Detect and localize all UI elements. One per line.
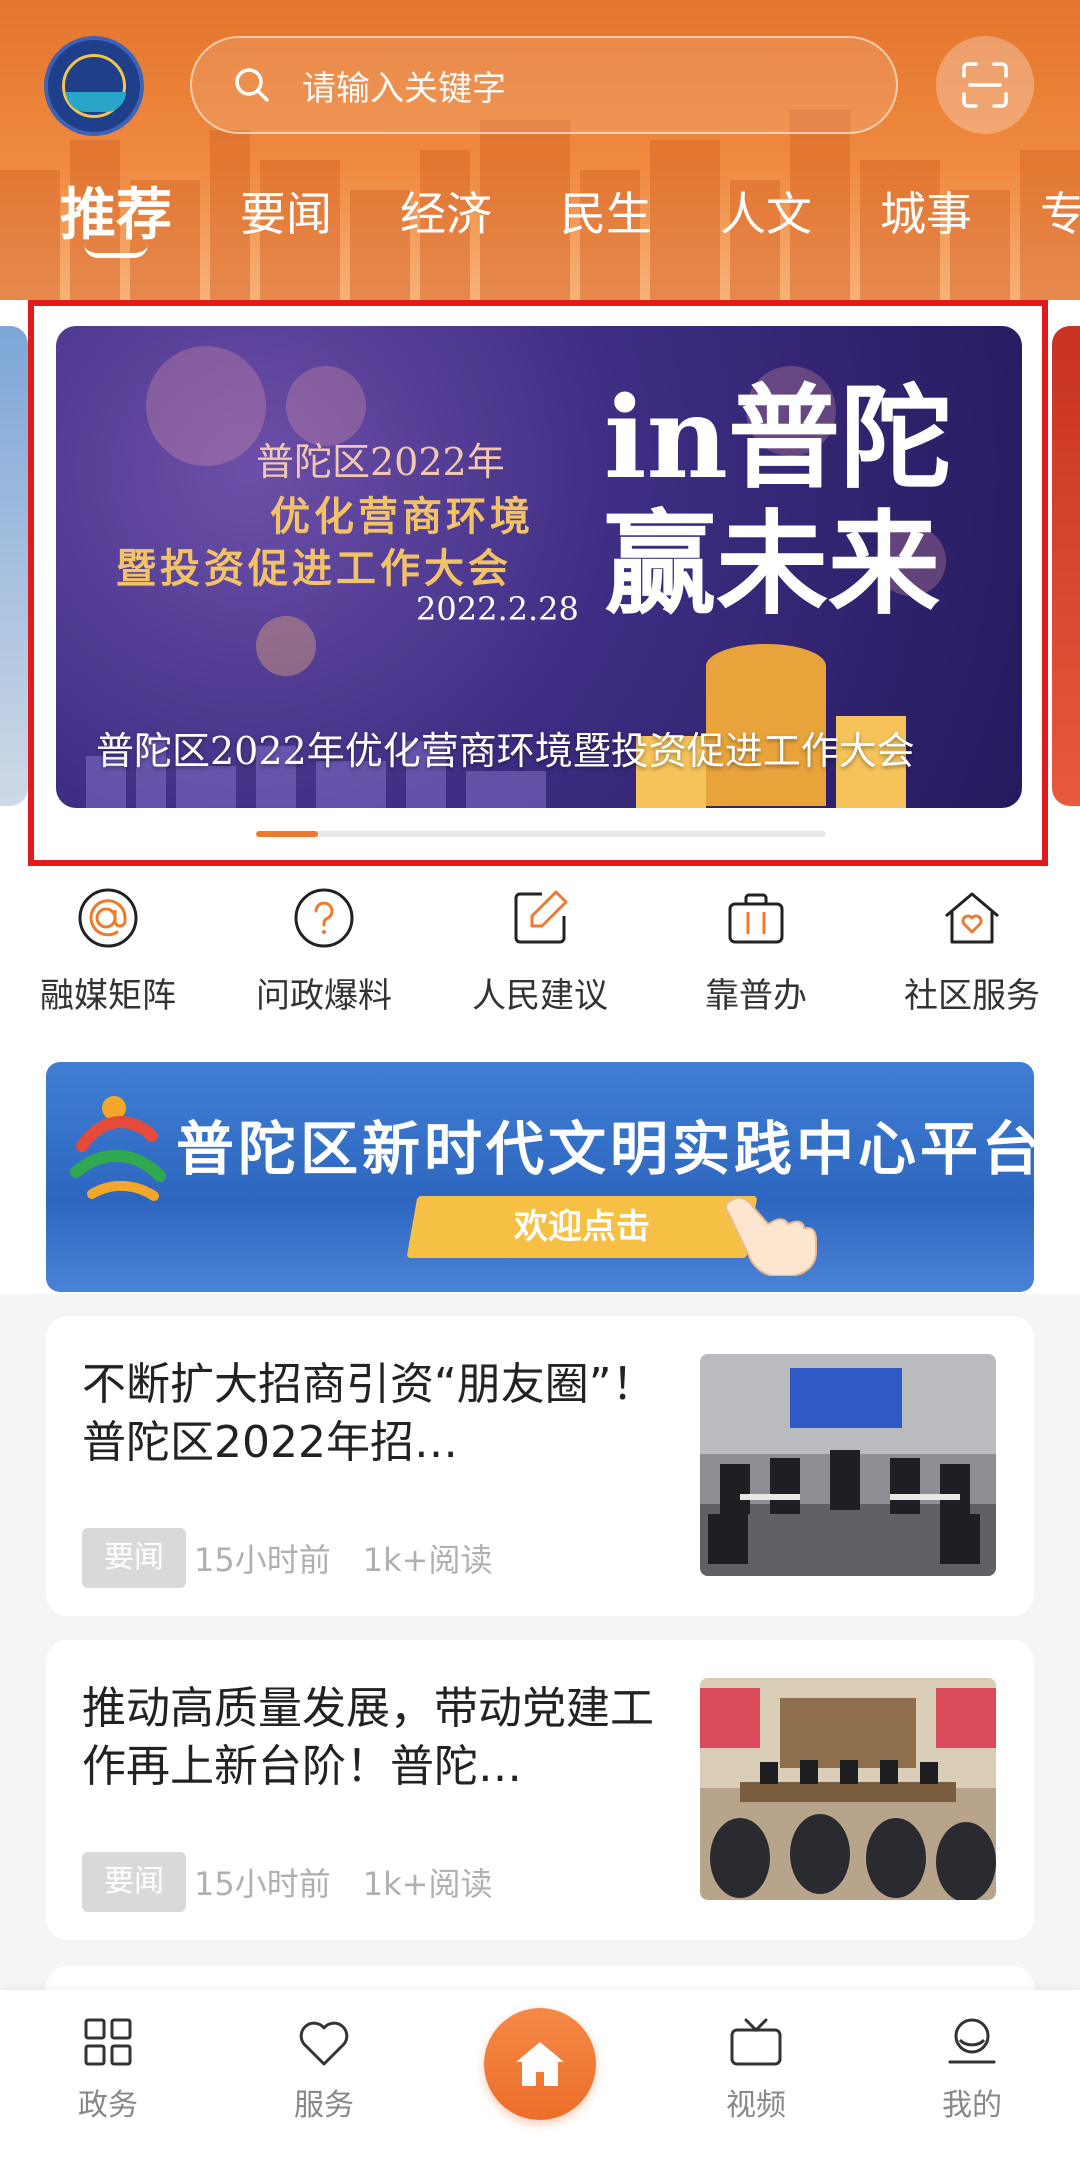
tab-economy[interactable]: 经济 bbox=[400, 178, 492, 244]
news-card[interactable]: 推动高质量发展，带动党建工作再上新台阶！普陀… 要闻 15小时前 1k+阅读 bbox=[46, 1640, 1034, 1940]
banner-slogan-line2: 赢未来 bbox=[604, 499, 940, 630]
quick-link-suggestion[interactable]: 人民建议 bbox=[432, 860, 648, 1050]
briefcase-icon bbox=[728, 893, 784, 944]
quick-link-label: 人民建议 bbox=[472, 976, 608, 1016]
banner-caption: 普陀区2022年优化营商环境暨投资促进工作大会 bbox=[96, 729, 915, 773]
grid-icon bbox=[84, 2018, 132, 2066]
tab-culture[interactable]: 人文 bbox=[720, 178, 812, 244]
heart-icon bbox=[299, 2021, 349, 2066]
news-tag: 要闻 bbox=[82, 1528, 186, 1588]
home-heart-icon bbox=[945, 892, 999, 944]
app-logo[interactable] bbox=[44, 36, 144, 136]
quick-link-label: 融媒矩阵 bbox=[40, 976, 176, 1016]
home-button[interactable] bbox=[484, 2008, 596, 2120]
question-icon bbox=[294, 888, 354, 948]
quick-link-label: 问政爆料 bbox=[256, 976, 392, 1016]
news-time: 15小时前 bbox=[194, 1541, 331, 1579]
nav-profile[interactable]: 我的 bbox=[864, 1990, 1080, 2164]
tab-livelihood[interactable]: 民生 bbox=[560, 178, 652, 244]
carousel-indicator-active bbox=[256, 831, 318, 837]
search-placeholder: 请输入关键字 bbox=[302, 68, 506, 109]
nav-label: 视频 bbox=[726, 2088, 786, 2123]
promo-cta-label: 欢迎点击 bbox=[514, 1207, 650, 1247]
nav-label: 我的 bbox=[942, 2088, 1002, 2123]
promo-title: 普陀区新时代文明实践中心平台 bbox=[176, 1115, 1034, 1183]
nav-label: 服务 bbox=[294, 2088, 354, 2123]
quick-link-label: 社区服务 bbox=[904, 976, 1040, 1016]
nav-video[interactable]: 视频 bbox=[648, 1990, 864, 2164]
carousel-prev-slide[interactable] bbox=[0, 326, 28, 806]
search-icon bbox=[235, 68, 269, 102]
edit-icon bbox=[514, 890, 568, 944]
at-icon bbox=[78, 888, 138, 948]
tab-special[interactable]: 专题 bbox=[1040, 178, 1080, 244]
news-tag: 要闻 bbox=[82, 1852, 186, 1912]
banner-district-year: 普陀区2022年 bbox=[256, 440, 505, 484]
category-tabs: 推荐 要闻 经济 民生 人文 城事 专题 bbox=[60, 178, 1080, 268]
news-thumbnail bbox=[700, 1354, 996, 1576]
banner-gold-graphic bbox=[636, 644, 906, 808]
nav-label: 政务 bbox=[78, 2088, 138, 2123]
header: 请输入关键字 推荐 要闻 经济 民生 人文 城事 专题 bbox=[0, 0, 1080, 300]
tv-icon bbox=[730, 2018, 782, 2066]
tab-city[interactable]: 城事 bbox=[880, 178, 972, 244]
quick-link-service-office[interactable]: 靠普办 bbox=[648, 860, 864, 1050]
scan-icon bbox=[962, 62, 1008, 108]
news-thumbnail bbox=[700, 1678, 996, 1900]
quick-link-label: 靠普办 bbox=[705, 976, 807, 1016]
tab-news[interactable]: 要闻 bbox=[240, 178, 332, 244]
profile-icon bbox=[948, 2018, 996, 2064]
promo-banner[interactable]: 普陀区新时代文明实践中心平台 欢迎点击 bbox=[46, 1062, 1034, 1292]
carousel-next-slide[interactable] bbox=[1052, 326, 1080, 806]
carousel-indicator bbox=[256, 831, 826, 837]
quick-link-report[interactable]: 问政爆料 bbox=[216, 860, 432, 1050]
home-icon bbox=[516, 2042, 564, 2086]
scan-button[interactable] bbox=[936, 36, 1034, 134]
news-reads: 1k+阅读 bbox=[362, 1865, 493, 1903]
pointing-hand-icon bbox=[724, 1196, 817, 1276]
tab-recommend[interactable]: 推荐 bbox=[60, 170, 172, 258]
quick-link-community[interactable]: 社区服务 bbox=[864, 860, 1080, 1050]
banner-title-line2: 暨投资促进工作大会 bbox=[116, 546, 512, 592]
news-reads: 1k+阅读 bbox=[362, 1541, 493, 1579]
news-headline: 推动高质量发展，带动党建工作再上新台阶！普陀… bbox=[82, 1683, 654, 1792]
nav-government[interactable]: 政务 bbox=[0, 1990, 216, 2164]
promo-cta-button[interactable]: 欢迎点击 bbox=[406, 1196, 758, 1258]
banner-date: 2022.2.28 bbox=[416, 590, 579, 628]
carousel-banner[interactable]: 普陀区2022年 优化营商环境 暨投资促进工作大会 2022.2.28 in普陀… bbox=[56, 326, 1022, 808]
quick-link-media-matrix[interactable]: 融媒矩阵 bbox=[0, 860, 216, 1050]
nav-services[interactable]: 服务 bbox=[216, 1990, 432, 2164]
active-tab-indicator bbox=[84, 244, 148, 258]
news-meta: 要闻 15小时前 1k+阅读 bbox=[82, 1852, 492, 1912]
civilization-logo-icon bbox=[70, 1096, 166, 1201]
news-headline: 不断扩大招商引资“朋友圈”！普陀区2022年招… bbox=[82, 1359, 656, 1468]
news-meta: 要闻 15小时前 1k+阅读 bbox=[82, 1528, 492, 1588]
banner-title-line1: 优化营商环境 bbox=[270, 494, 534, 540]
news-time: 15小时前 bbox=[194, 1865, 331, 1903]
search-bar[interactable]: 请输入关键字 bbox=[190, 36, 898, 134]
news-card[interactable]: 不断扩大招商引资“朋友圈”！普陀区2022年招… 要闻 15小时前 1k+阅读 bbox=[46, 1316, 1034, 1616]
quick-links: 融媒矩阵 问政爆料 人民建议 靠普办 社区服务 bbox=[0, 860, 1080, 1050]
